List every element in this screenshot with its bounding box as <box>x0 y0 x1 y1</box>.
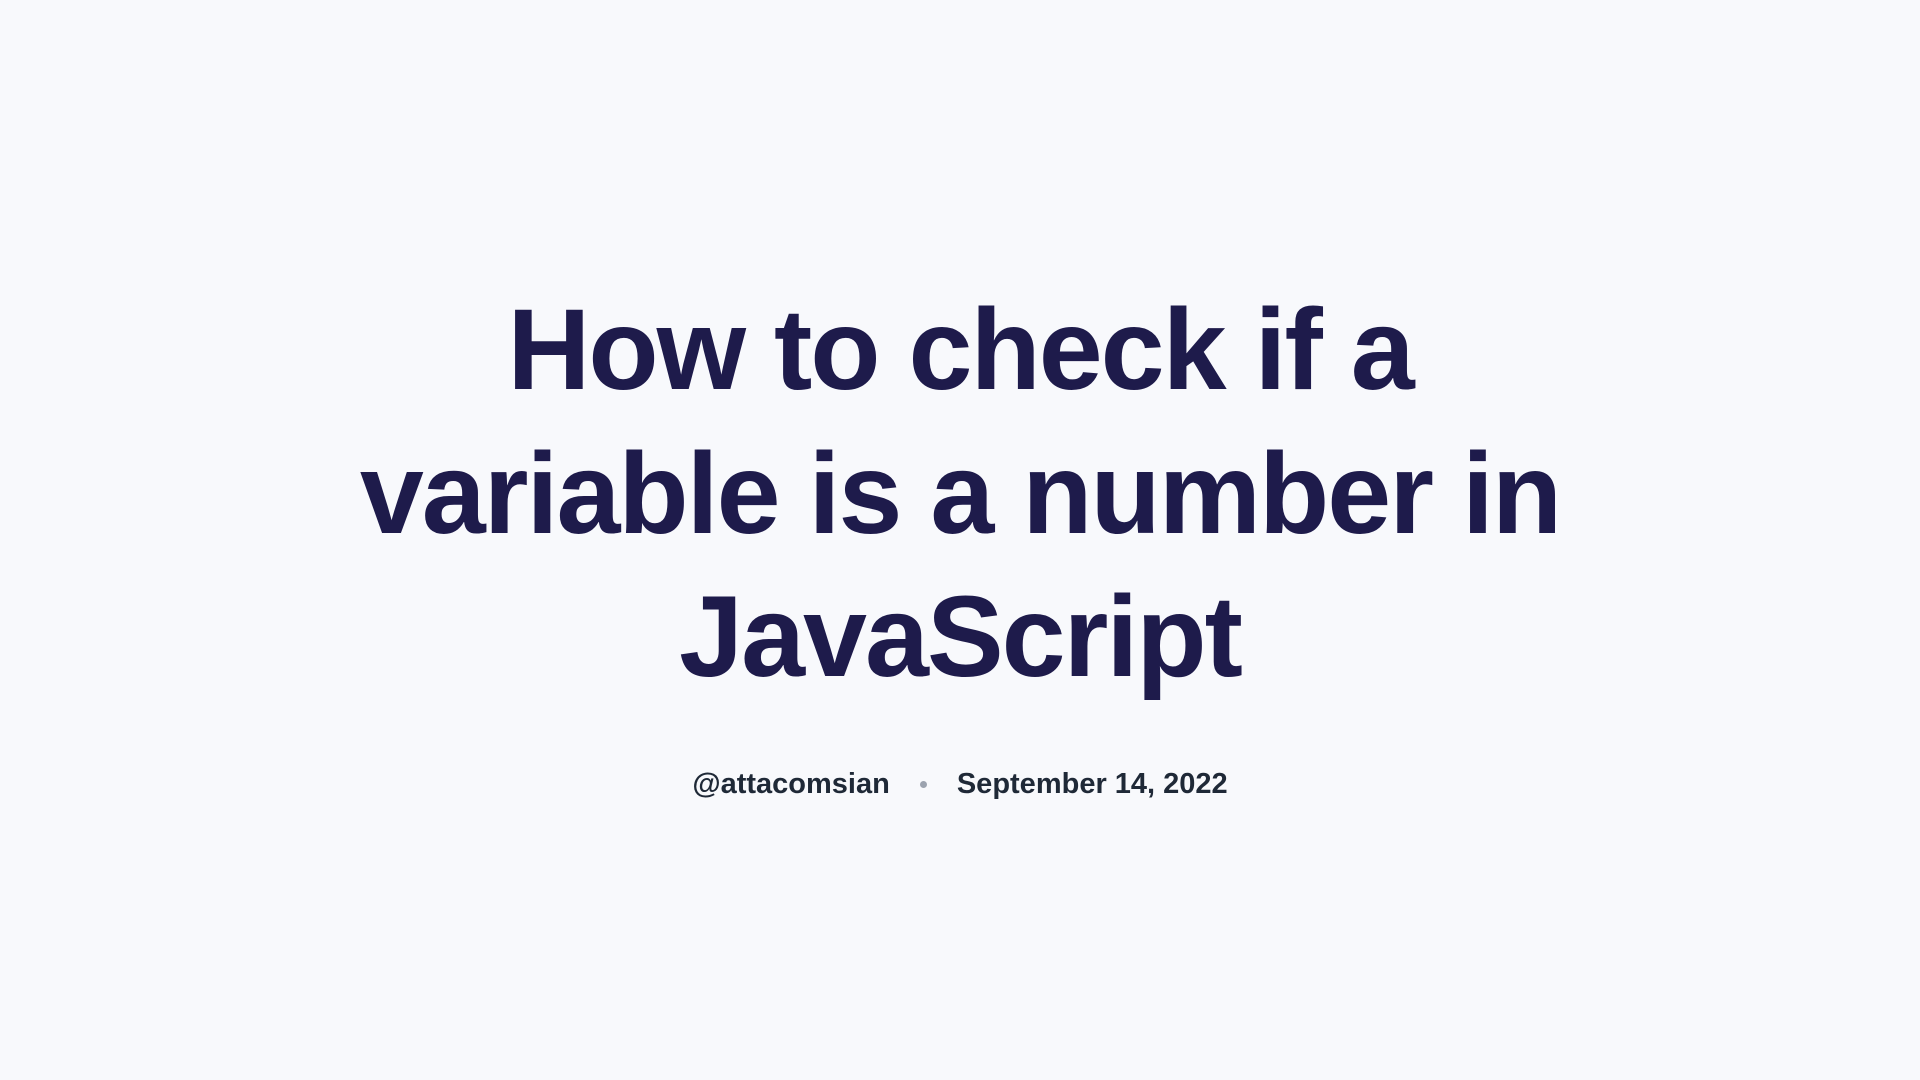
publish-date: September 14, 2022 <box>957 768 1228 801</box>
article-title: How to check if a variable is a number i… <box>350 279 1570 710</box>
author-handle: @attacomsian <box>692 768 890 801</box>
separator-dot <box>920 781 927 788</box>
article-header: How to check if a variable is a number i… <box>310 279 1610 801</box>
article-meta: @attacomsian September 14, 2022 <box>692 768 1227 801</box>
